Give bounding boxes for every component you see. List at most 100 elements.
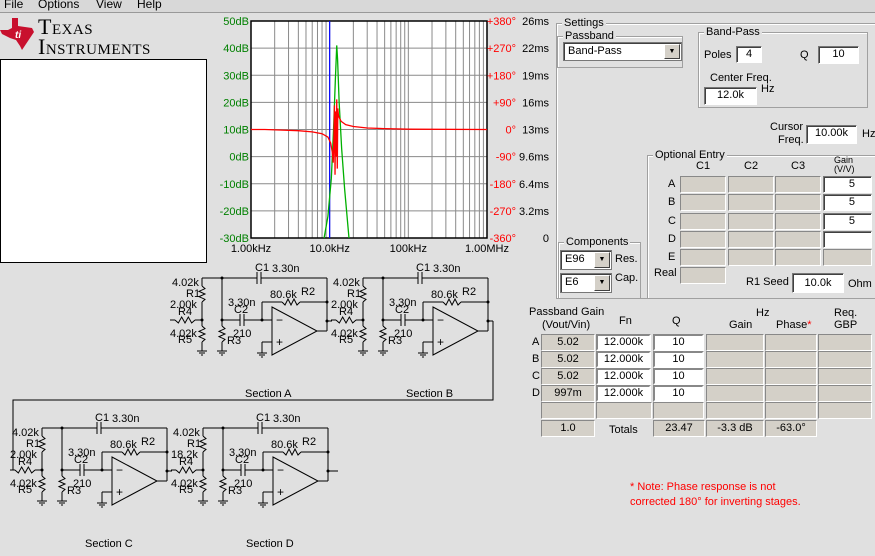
total-q: 23.47 (653, 420, 705, 437)
r2-value: 80.6k (110, 439, 137, 451)
poles-label: Poles (704, 49, 732, 61)
res-label: Res. (615, 253, 638, 265)
r2-designator: R2 (141, 436, 155, 448)
result-cell (765, 368, 817, 385)
phase-header: Phase* (776, 319, 811, 331)
optional-c-c2-input (728, 212, 774, 230)
optional-e-c1-input (680, 249, 726, 267)
fn-input[interactable]: 12.000k (596, 334, 651, 351)
c1-designator: C1 (255, 262, 269, 274)
y-tick-label-phase: -270° (490, 206, 516, 218)
optional-d-c2-input (728, 230, 774, 248)
total-phase: -63.0° (765, 420, 817, 437)
column-header-c1: C1 (696, 160, 711, 172)
section-label: Section C (85, 538, 133, 550)
opamp-plus-sign: + (276, 335, 283, 349)
y-tick-label-delay: 0 (543, 233, 549, 245)
c1-designator: C1 (256, 412, 270, 424)
r1-seed-label: R1 Seed (746, 276, 789, 288)
resistor-r3 (217, 325, 227, 343)
gain-d-input[interactable] (823, 230, 872, 248)
resistor-series-value: E96 (565, 253, 585, 265)
r3-designator: R3 (67, 485, 81, 497)
opamp-plus-sign: + (437, 335, 444, 349)
q-input[interactable]: 10 (653, 351, 704, 368)
gain-b-input[interactable]: 5 (823, 194, 872, 212)
result-cell (706, 385, 764, 402)
settings-title: Settings (562, 17, 606, 29)
passband-gain-cell: 5.02 (541, 334, 595, 351)
y-tick-label-delay: 6.4ms (519, 179, 549, 191)
y-tick-label-gain: 40dB (223, 43, 249, 55)
x-tick-label: 100kHz (390, 243, 427, 255)
blank-row-cell (818, 402, 872, 419)
real-label: Real (654, 267, 677, 279)
phase-note: * Note: Phase response is not corrected … (630, 480, 801, 510)
center-freq-input[interactable]: 12.0k (704, 87, 757, 105)
column-header-c3: C3 (791, 160, 806, 172)
node-dot (40, 468, 44, 472)
fn-input[interactable]: 12.000k (596, 351, 651, 368)
optional-c-c1-input (680, 212, 726, 230)
c2-designator: C2 (395, 304, 409, 316)
y-tick-label-phase: 0° (505, 125, 516, 137)
opamp-minus-sign: − (276, 313, 283, 327)
r4-designator: R4 (178, 306, 192, 318)
resistor-series-select[interactable]: E96 ▼ (560, 250, 612, 270)
poles-input[interactable]: 4 (736, 46, 762, 63)
r2-value: 80.6k (270, 289, 297, 301)
section-label: Section B (406, 388, 453, 400)
r5-designator: R5 (178, 334, 192, 346)
capacitor-series-select[interactable]: E6 ▼ (560, 273, 612, 293)
result-cell (706, 368, 764, 385)
r3-designator: R3 (228, 485, 242, 497)
y-tick-label-phase: -90° (496, 152, 516, 164)
r2-value: 80.6k (271, 439, 298, 451)
filter-section-d: −+C1 3.30n4.02kR118.2kR44.02kR53.30nC2210… (171, 412, 333, 550)
y-tick-label-gain: -20dB (220, 206, 249, 218)
optional-e-c2-input (728, 249, 774, 267)
y-tick-label-gain: 10dB (223, 125, 249, 137)
r5-designator: R5 (18, 484, 32, 496)
gain-e-input (823, 249, 872, 267)
gain-c-input[interactable]: 5 (823, 212, 872, 230)
schematic: −+C1 3.30n4.02kR12.00kR44.02kR53.30nC2210… (10, 262, 494, 550)
q-input[interactable]: 10 (818, 46, 859, 64)
cursor-freq-input[interactable]: 10.00k (806, 125, 857, 144)
dropdown-arrow-icon[interactable]: ▼ (664, 44, 680, 59)
r4-designator: R4 (339, 306, 353, 318)
passband-value: Band-Pass (568, 45, 622, 57)
y-tick-label-phase: +380° (487, 16, 516, 28)
q-input[interactable]: 10 (653, 368, 704, 385)
q-input[interactable]: 10 (653, 334, 704, 351)
dropdown-arrow-icon[interactable]: ▼ (594, 275, 610, 291)
fn-input[interactable]: 12.000k (596, 385, 651, 402)
passband-gain-cell: 997m (541, 385, 595, 402)
y-tick-label-gain: 50dB (223, 16, 249, 28)
totals-label: Totals (609, 424, 638, 436)
resistor-r3 (57, 475, 67, 493)
q-input[interactable]: 10 (653, 385, 704, 402)
r4-designator: R4 (18, 456, 32, 468)
row-label: D (532, 387, 540, 399)
fn-input[interactable]: 12.000k (596, 368, 651, 385)
node-dot (200, 318, 204, 322)
r1-seed-input[interactable]: 10.0k (792, 273, 844, 293)
passband-select[interactable]: Band-Pass ▼ (563, 42, 682, 61)
node-dot (326, 469, 330, 473)
hz-gain-header: Gain (729, 319, 753, 331)
real-input (680, 267, 726, 284)
y-tick-label-phase: +270° (487, 43, 516, 55)
section-label: Section A (245, 388, 292, 400)
y-tick-label-phase: -180° (490, 179, 516, 191)
y-tick-label-gain: -10dB (220, 179, 249, 191)
result-cell (706, 334, 764, 351)
optional-e-c3-input (775, 249, 821, 267)
opamp-minus-sign: − (277, 463, 284, 477)
dropdown-arrow-icon[interactable]: ▼ (594, 252, 610, 268)
resistor-r5 (37, 475, 47, 493)
gain-a-input[interactable]: 5 (823, 176, 872, 193)
resistor-r3 (218, 475, 228, 493)
passband-gain-cell: 5.02 (541, 351, 595, 368)
y-tick-label-delay: 22ms (522, 43, 549, 55)
